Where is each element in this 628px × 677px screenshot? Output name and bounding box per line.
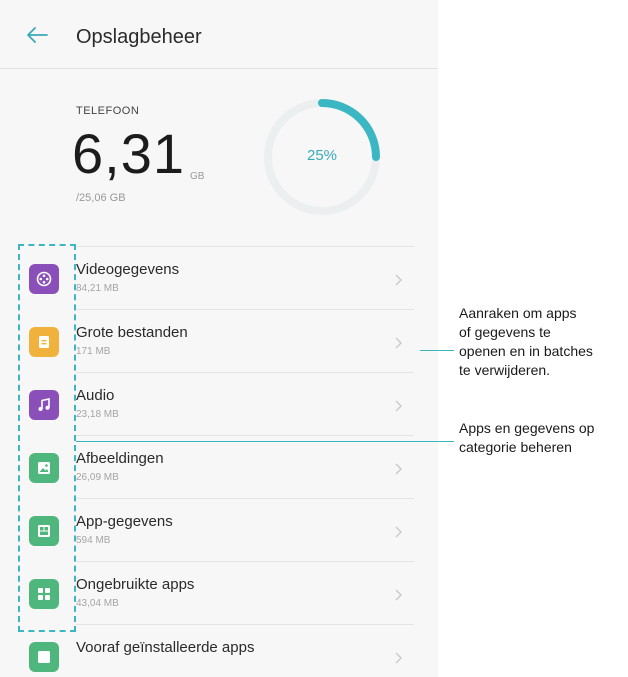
storage-total: /25,06 GB [76, 192, 126, 204]
annotation-by-category: Apps en gegevens op categorie beheren [459, 419, 594, 457]
chevron-right-icon [395, 463, 402, 475]
category-name: Grote bestanden [76, 324, 188, 341]
category-row-afbeeldingen[interactable]: Afbeeldingen 26,09 MB [76, 435, 414, 499]
category-icons-highlight [18, 244, 76, 632]
annotation-line: of gegevens te [459, 324, 551, 340]
category-row-app-gegevens[interactable]: App-gegevens 594 MB [76, 498, 414, 562]
chevron-right-icon [395, 526, 402, 538]
category-size: 84,21 MB [76, 283, 119, 294]
chevron-right-icon [395, 274, 402, 286]
page-title: Opslagbeheer [76, 26, 202, 48]
chevron-right-icon [395, 400, 402, 412]
callout-line-open-delete [420, 350, 454, 351]
category-size: 23,18 MB [76, 409, 119, 420]
annotation-line: te verwijderen. [459, 362, 551, 378]
annotation-line: openen en in batches [459, 343, 593, 359]
annotation-open-delete: Aanraken om apps of gegevens te openen e… [459, 304, 593, 380]
annotation-line: categorie beheren [459, 439, 572, 455]
category-size: 43,04 MB [76, 598, 119, 609]
chevron-right-icon [395, 337, 402, 349]
annotation-line: Apps en gegevens op [459, 420, 595, 436]
category-name: Afbeeldingen [76, 450, 164, 467]
category-row-ongebruikte-apps[interactable]: Ongebruikte apps 43,04 MB [76, 561, 414, 625]
category-name: Ongebruikte apps [76, 576, 195, 593]
storage-used-value: 6,31 [72, 122, 185, 185]
category-size: 171 MB [76, 346, 111, 357]
category-row-grote-bestanden[interactable]: Grote bestanden 171 MB [76, 309, 414, 373]
callout-line-categories [76, 441, 454, 442]
storage-location-label: TELEFOON [76, 105, 140, 117]
category-row-videogegevens[interactable]: Videogegevens 84,21 MB [76, 246, 414, 310]
category-row-vooraf-geinstalleerde-apps[interactable]: Vooraf geïnstalleerde apps [76, 624, 414, 677]
annotation-line: Aanraken om apps [459, 305, 577, 321]
storage-percent: 25% [306, 147, 338, 164]
category-name: Videogegevens [76, 261, 180, 278]
category-size: 594 MB [76, 535, 111, 546]
preinstalled-apps-icon [29, 642, 59, 672]
category-row-audio[interactable]: Audio 23,18 MB [76, 372, 414, 436]
app-header: Opslagbeheer [0, 0, 438, 69]
category-name: App-gegevens [76, 513, 173, 530]
category-name: Vooraf geïnstalleerde apps [76, 639, 255, 656]
back-arrow-icon[interactable] [26, 27, 48, 43]
storage-used-unit: GB [190, 171, 205, 182]
chevron-right-icon [395, 652, 402, 664]
category-name: Audio [76, 387, 115, 404]
chevron-right-icon [395, 589, 402, 601]
category-size: 26,09 MB [76, 472, 119, 483]
